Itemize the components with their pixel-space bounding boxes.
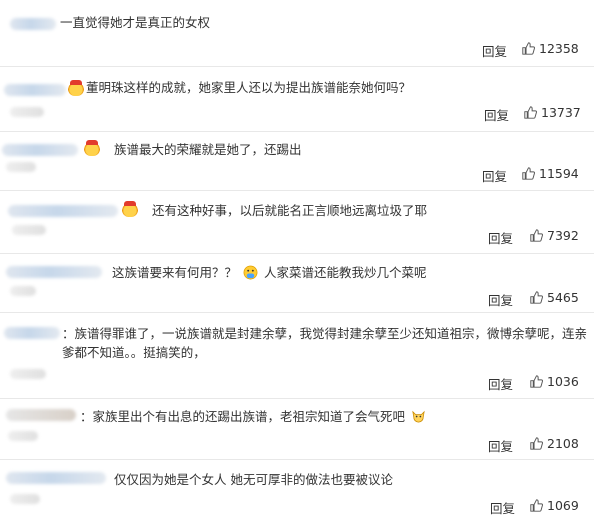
like-button[interactable]: 5465: [530, 290, 579, 305]
like-count: 11594: [539, 166, 579, 181]
thumbs-up-icon: [524, 106, 537, 119]
like-count: 1036: [547, 374, 579, 389]
comment-text-part: 这族谱要来有何用？？: [112, 265, 238, 280]
reply-button[interactable]: 回复: [488, 228, 513, 247]
thumbs-up-icon: [530, 499, 543, 512]
comment-list: 一直觉得她才是真正的女权 回复 12358 董明珠这样的成就，她家里人还以为提出…: [0, 0, 594, 517]
thumbs-up-icon: [530, 291, 543, 304]
blurred-subtext: [6, 162, 36, 172]
comment-text-part: ：家族里出个有出息的还踢出族谱，老祖宗知道了会气死吧: [80, 409, 406, 424]
blurred-username: [6, 266, 102, 278]
blurred-subtext: [10, 494, 40, 504]
thumbs-up-icon: [530, 229, 543, 242]
like-button[interactable]: 1036: [530, 374, 579, 389]
crown-heart-badge-icon: [122, 201, 138, 217]
reply-button[interactable]: 回复: [488, 290, 513, 309]
like-button[interactable]: 7392: [530, 228, 579, 243]
like-button[interactable]: 11594: [522, 166, 579, 181]
comment-text: 仅仅因为她是个女人 她无可厚非的做法也要被议论: [114, 472, 393, 487]
comment-text: 董明珠这样的成就，她家里人还以为提出族谱能奈她何吗？: [86, 80, 412, 95]
like-button[interactable]: 12358: [522, 41, 579, 56]
comment-text: 族谱最大的荣耀就是她了，还踢出: [114, 142, 302, 157]
thumbs-up-icon: [522, 167, 535, 180]
like-count: 13737: [541, 105, 581, 120]
comment-item: 董明珠这样的成就，她家里人还以为提出族谱能奈她何吗？ 回复 13737: [0, 67, 594, 131]
comment-item: ：家族里出个有出息的还踢出族谱，老祖宗知道了会气死吧 回复 2108: [0, 399, 594, 459]
comment-text: 一直觉得她才是真正的女权: [60, 15, 211, 30]
reply-button[interactable]: 回复: [490, 498, 515, 517]
reply-button[interactable]: 回复: [482, 41, 507, 60]
blurred-subtext: [10, 286, 36, 296]
comment-text: 还有这种好事，以后就能名正言顺地远离垃圾了耶: [152, 203, 428, 218]
comment-item: 仅仅因为她是个女人 她无可厚非的做法也要被议论 回复 1069: [0, 460, 594, 517]
fox-emoji: [412, 410, 425, 423]
blurred-username: [8, 205, 118, 217]
comment-text: ：家族里出个有出息的还踢出族谱，老祖宗知道了会气死吧: [80, 407, 428, 426]
like-button[interactable]: 1069: [530, 498, 579, 513]
like-count: 1069: [547, 498, 579, 513]
comment-item: 这族谱要来有何用？？ 人家菜谱还能教我炒几个菜呢 回复 5465: [0, 254, 594, 312]
crown-heart-badge-icon: [84, 140, 100, 156]
like-count: 2108: [547, 436, 579, 451]
blurred-username: [4, 327, 60, 339]
like-count: 5465: [547, 290, 579, 305]
blurred-subtext: [12, 225, 46, 235]
comment-text: 这族谱要来有何用？？ 人家菜谱还能教我炒几个菜呢: [112, 263, 427, 282]
blurred-subtext: [8, 431, 38, 441]
thumbs-up-icon: [522, 42, 535, 55]
hand-cover-mouth-emoji: [243, 265, 258, 280]
reply-button[interactable]: 回复: [484, 105, 509, 124]
comment-item: 族谱最大的荣耀就是她了，还踢出 回复 11594: [0, 132, 594, 190]
like-count: 12358: [539, 41, 579, 56]
reply-button[interactable]: 回复: [482, 166, 507, 185]
blurred-username: [4, 84, 66, 96]
comment-item: 一直觉得她才是真正的女权 回复 12358: [0, 0, 594, 66]
blurred-username: [6, 409, 76, 421]
reply-button[interactable]: 回复: [488, 374, 513, 393]
comment-item: 还有这种好事，以后就能名正言顺地远离垃圾了耶 回复 7392: [0, 191, 594, 253]
thumbs-up-icon: [530, 437, 543, 450]
blurred-username: [10, 18, 56, 30]
like-button[interactable]: 2108: [530, 436, 579, 451]
comment-text-part: 人家菜谱还能教我炒几个菜呢: [263, 265, 427, 280]
blurred-subtext: [10, 107, 44, 117]
blurred-username: [6, 472, 106, 484]
blurred-subtext: [10, 369, 46, 379]
comment-text: ：族谱得罪谁了，一说族谱就是封建余孽，我觉得封建余孽至少还知道祖宗，微博余孽呢，…: [62, 326, 588, 360]
reply-button[interactable]: 回复: [488, 436, 513, 455]
comment-item: ：族谱得罪谁了，一说族谱就是封建余孽，我觉得封建余孽至少还知道祖宗，微博余孽呢，…: [0, 313, 594, 398]
crown-heart-badge-icon: [68, 80, 84, 96]
like-button[interactable]: 13737: [524, 105, 581, 120]
blurred-username: [2, 144, 78, 156]
like-count: 7392: [547, 228, 579, 243]
thumbs-up-icon: [530, 375, 543, 388]
